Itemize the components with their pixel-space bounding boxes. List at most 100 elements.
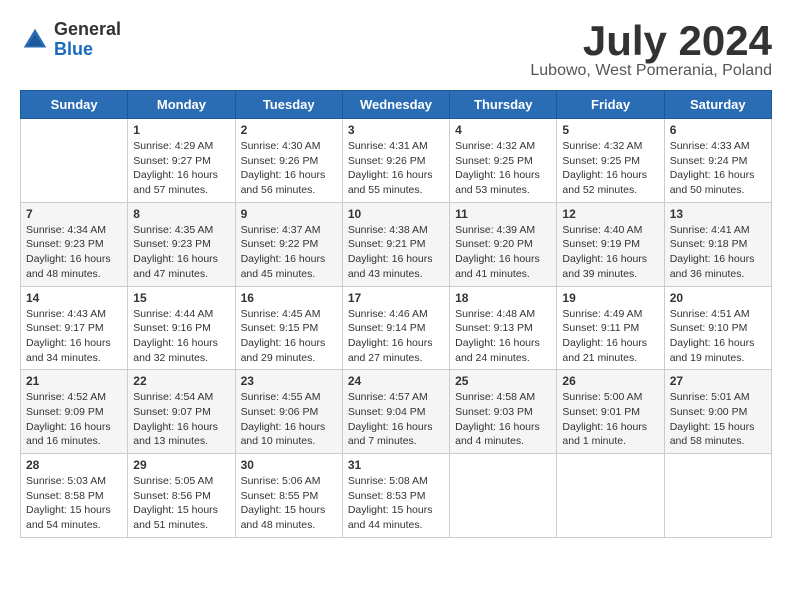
calendar-cell	[450, 454, 557, 538]
calendar-cell: 26 Sunrise: 5:00 AM Sunset: 9:01 PM Dayli…	[557, 370, 664, 454]
calendar-cell: 8 Sunrise: 4:35 AM Sunset: 9:23 PM Daylig…	[128, 202, 235, 286]
logo-icon	[20, 25, 50, 55]
calendar-cell: 2 Sunrise: 4:30 AM Sunset: 9:26 PM Daylig…	[235, 119, 342, 203]
calendar-week-row: 14 Sunrise: 4:43 AM Sunset: 9:17 PM Dayli…	[21, 286, 772, 370]
day-info: Sunrise: 4:29 AM Sunset: 9:27 PM Dayligh…	[133, 139, 229, 198]
calendar-cell: 17Sunrise: 4:46 AM Sunset: 9:14 PM Dayli…	[342, 286, 449, 370]
day-info: Sunrise: 4:33 AM Sunset: 9:24 PM Dayligh…	[670, 139, 766, 198]
calendar-cell: 25 Sunrise: 4:58 AM Sunset: 9:03 PM Dayli…	[450, 370, 557, 454]
calendar-cell: 5 Sunrise: 4:32 AM Sunset: 9:25 PM Daylig…	[557, 119, 664, 203]
day-number: 14	[26, 291, 122, 305]
day-info: Sunrise: 5:00 AM Sunset: 9:01 PM Dayligh…	[562, 390, 658, 449]
day-number: 18	[455, 291, 551, 305]
day-info: Sunrise: 4:48 AM Sunset: 9:13 PM Dayligh…	[455, 307, 551, 366]
day-header-wednesday: Wednesday	[342, 91, 449, 119]
day-number: 21	[26, 374, 122, 388]
location: Lubowo, West Pomerania, Poland	[530, 62, 772, 80]
calendar-cell: 14 Sunrise: 4:43 AM Sunset: 9:17 PM Dayli…	[21, 286, 128, 370]
day-number: 24	[348, 374, 444, 388]
day-number: 4	[455, 123, 551, 137]
day-number: 15	[133, 291, 229, 305]
calendar-cell: 4 Sunrise: 4:32 AM Sunset: 9:25 PM Daylig…	[450, 119, 557, 203]
day-number: 12	[562, 207, 658, 221]
day-number: 1	[133, 123, 229, 137]
calendar-cell: 3Sunrise: 4:31 AM Sunset: 9:26 PM Daylig…	[342, 119, 449, 203]
logo-text: General Blue	[54, 20, 121, 60]
day-info: Sunrise: 5:06 AM Sunset: 8:55 PM Dayligh…	[241, 474, 337, 533]
calendar-cell: 16 Sunrise: 4:45 AM Sunset: 9:15 PM Dayli…	[235, 286, 342, 370]
day-number: 26	[562, 374, 658, 388]
calendar-cell: 31 Sunrise: 5:08 AM Sunset: 8:53 PM Dayli…	[342, 454, 449, 538]
day-number: 3	[348, 123, 444, 137]
calendar-cell: 18 Sunrise: 4:48 AM Sunset: 9:13 PM Dayli…	[450, 286, 557, 370]
day-number: 2	[241, 123, 337, 137]
day-number: 11	[455, 207, 551, 221]
calendar-cell	[21, 119, 128, 203]
day-number: 20	[670, 291, 766, 305]
day-info: Sunrise: 4:32 AM Sunset: 9:25 PM Dayligh…	[455, 139, 551, 198]
calendar-cell: 12 Sunrise: 4:40 AM Sunset: 9:19 PM Dayli…	[557, 202, 664, 286]
calendar-table: SundayMondayTuesdayWednesdayThursdayFrid…	[20, 90, 772, 538]
day-info: Sunrise: 4:41 AM Sunset: 9:18 PM Dayligh…	[670, 223, 766, 282]
day-number: 9	[241, 207, 337, 221]
day-header-monday: Monday	[128, 91, 235, 119]
day-info: Sunrise: 4:58 AM Sunset: 9:03 PM Dayligh…	[455, 390, 551, 449]
day-info: Sunrise: 4:38 AM Sunset: 9:21 PM Dayligh…	[348, 223, 444, 282]
calendar-cell: 7 Sunrise: 4:34 AM Sunset: 9:23 PM Daylig…	[21, 202, 128, 286]
day-info: Sunrise: 4:55 AM Sunset: 9:06 PM Dayligh…	[241, 390, 337, 449]
day-number: 25	[455, 374, 551, 388]
day-info: Sunrise: 4:54 AM Sunset: 9:07 PM Dayligh…	[133, 390, 229, 449]
calendar-cell: 23Sunrise: 4:55 AM Sunset: 9:06 PM Dayli…	[235, 370, 342, 454]
day-number: 22	[133, 374, 229, 388]
calendar-week-row: 21 Sunrise: 4:52 AM Sunset: 9:09 PM Dayli…	[21, 370, 772, 454]
day-info: Sunrise: 4:35 AM Sunset: 9:23 PM Dayligh…	[133, 223, 229, 282]
day-number: 5	[562, 123, 658, 137]
calendar-week-row: 28 Sunrise: 5:03 AM Sunset: 8:58 PM Dayli…	[21, 454, 772, 538]
calendar-week-row: 1 Sunrise: 4:29 AM Sunset: 9:27 PM Daylig…	[21, 119, 772, 203]
calendar-cell: 11Sunrise: 4:39 AM Sunset: 9:20 PM Dayli…	[450, 202, 557, 286]
day-number: 30	[241, 458, 337, 472]
calendar-cell	[557, 454, 664, 538]
day-info: Sunrise: 5:03 AM Sunset: 8:58 PM Dayligh…	[26, 474, 122, 533]
day-info: Sunrise: 4:40 AM Sunset: 9:19 PM Dayligh…	[562, 223, 658, 282]
calendar-cell: 28 Sunrise: 5:03 AM Sunset: 8:58 PM Dayli…	[21, 454, 128, 538]
calendar-cell: 15Sunrise: 4:44 AM Sunset: 9:16 PM Dayli…	[128, 286, 235, 370]
calendar-week-row: 7 Sunrise: 4:34 AM Sunset: 9:23 PM Daylig…	[21, 202, 772, 286]
day-info: Sunrise: 4:51 AM Sunset: 9:10 PM Dayligh…	[670, 307, 766, 366]
day-info: Sunrise: 5:05 AM Sunset: 8:56 PM Dayligh…	[133, 474, 229, 533]
day-info: Sunrise: 5:08 AM Sunset: 8:53 PM Dayligh…	[348, 474, 444, 533]
day-info: Sunrise: 4:34 AM Sunset: 9:23 PM Dayligh…	[26, 223, 122, 282]
day-number: 6	[670, 123, 766, 137]
day-header-friday: Friday	[557, 91, 664, 119]
day-header-saturday: Saturday	[664, 91, 771, 119]
day-number: 7	[26, 207, 122, 221]
day-number: 27	[670, 374, 766, 388]
day-info: Sunrise: 4:45 AM Sunset: 9:15 PM Dayligh…	[241, 307, 337, 366]
calendar-cell: 24Sunrise: 4:57 AM Sunset: 9:04 PM Dayli…	[342, 370, 449, 454]
calendar-cell: 9Sunrise: 4:37 AM Sunset: 9:22 PM Daylig…	[235, 202, 342, 286]
calendar-cell: 21 Sunrise: 4:52 AM Sunset: 9:09 PM Dayli…	[21, 370, 128, 454]
day-header-tuesday: Tuesday	[235, 91, 342, 119]
day-info: Sunrise: 4:32 AM Sunset: 9:25 PM Dayligh…	[562, 139, 658, 198]
calendar-cell	[664, 454, 771, 538]
day-number: 8	[133, 207, 229, 221]
calendar-cell: 6 Sunrise: 4:33 AM Sunset: 9:24 PM Daylig…	[664, 119, 771, 203]
day-number: 28	[26, 458, 122, 472]
calendar-cell: 1 Sunrise: 4:29 AM Sunset: 9:27 PM Daylig…	[128, 119, 235, 203]
day-number: 17	[348, 291, 444, 305]
calendar-cell: 13 Sunrise: 4:41 AM Sunset: 9:18 PM Dayli…	[664, 202, 771, 286]
calendar-cell: 19Sunrise: 4:49 AM Sunset: 9:11 PM Dayli…	[557, 286, 664, 370]
day-info: Sunrise: 4:49 AM Sunset: 9:11 PM Dayligh…	[562, 307, 658, 366]
day-info: Sunrise: 5:01 AM Sunset: 9:00 PM Dayligh…	[670, 390, 766, 449]
month-title: July 2024	[530, 20, 772, 62]
day-number: 10	[348, 207, 444, 221]
page-header: General Blue July 2024 Lubowo, West Pome…	[20, 20, 772, 80]
day-number: 16	[241, 291, 337, 305]
day-info: Sunrise: 4:52 AM Sunset: 9:09 PM Dayligh…	[26, 390, 122, 449]
day-info: Sunrise: 4:43 AM Sunset: 9:17 PM Dayligh…	[26, 307, 122, 366]
calendar-cell: 20 Sunrise: 4:51 AM Sunset: 9:10 PM Dayli…	[664, 286, 771, 370]
day-number: 31	[348, 458, 444, 472]
day-number: 29	[133, 458, 229, 472]
day-number: 13	[670, 207, 766, 221]
day-info: Sunrise: 4:30 AM Sunset: 9:26 PM Dayligh…	[241, 139, 337, 198]
